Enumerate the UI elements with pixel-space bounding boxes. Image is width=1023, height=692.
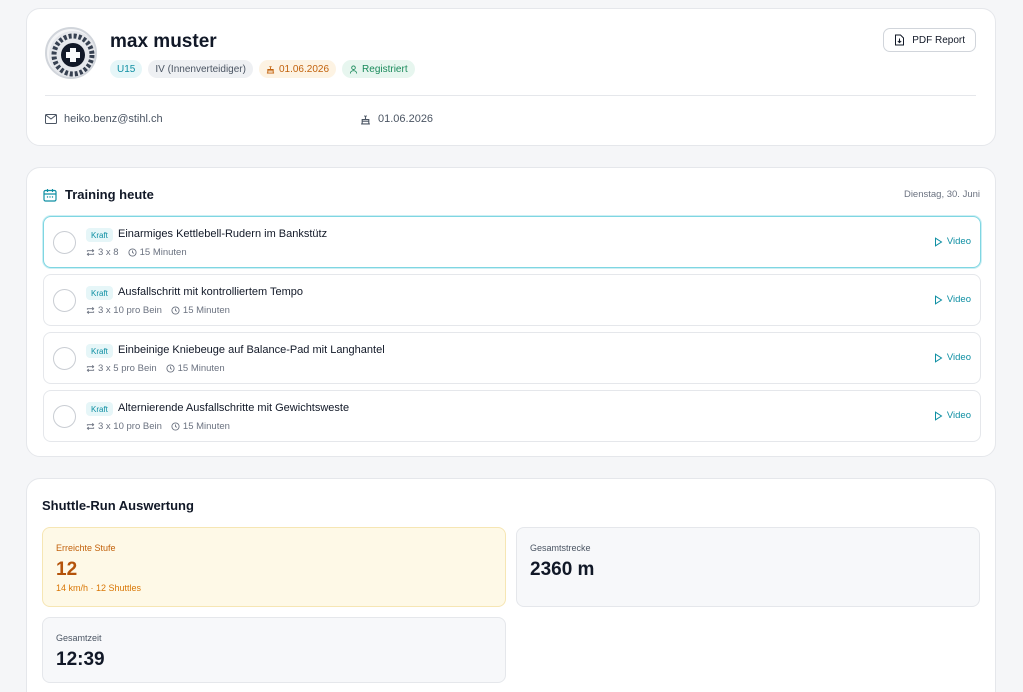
exercise-item[interactable]: Kraft Ausfallschritt mit kontrolliertem … <box>43 274 981 326</box>
exercise-title: Ausfallschritt mit kontrolliertem Tempo <box>118 286 304 298</box>
cake-icon <box>266 65 275 74</box>
club-logo-icon <box>49 31 95 77</box>
level-label: Erreichte Stufe <box>56 543 116 553</box>
play-icon <box>934 294 943 305</box>
cake-icon <box>361 114 370 124</box>
exercise-duration: 15 Minuten <box>182 421 230 432</box>
age-group-badge: U15 <box>110 60 143 78</box>
pdf-report-button[interactable]: PDF Report <box>883 28 976 52</box>
exercise-checkbox[interactable] <box>53 347 76 370</box>
clock-icon <box>166 364 175 373</box>
time-stat: Gesamtzeit 12:39 <box>42 617 506 683</box>
distance-label: Gesamtstrecke <box>530 543 591 553</box>
clock-icon <box>171 422 180 431</box>
repeat-icon <box>86 249 95 256</box>
distance-stat: Gesamtstrecke 2360 m <box>516 527 980 607</box>
exercise-checkbox[interactable] <box>53 289 76 312</box>
exercise-checkbox[interactable] <box>53 231 76 254</box>
exercise-checkbox[interactable] <box>53 405 76 428</box>
exercise-sets: 3 x 10 pro Bein <box>98 421 162 432</box>
exercise-tag: Kraft <box>86 286 113 300</box>
user-icon <box>349 64 358 74</box>
video-link-label: Video <box>946 410 971 421</box>
email-text: heiko.benz@stihl.ch <box>64 113 163 125</box>
pdf-report-label: PDF Report <box>912 34 965 46</box>
profile-divider <box>45 95 976 96</box>
exercise-tag: Kraft <box>86 228 113 242</box>
repeat-icon <box>86 365 95 372</box>
time-label: Gesamtzeit <box>56 633 102 643</box>
email-row: heiko.benz@stihl.ch <box>45 113 163 125</box>
play-icon <box>934 236 943 247</box>
exercise-item[interactable]: Kraft Alternierende Ausfallschritte mit … <box>43 390 981 442</box>
exercise-meta: 3 x 8 15 Minuten <box>86 247 187 258</box>
training-card: Training heute Dienstag, 30. Juni Kraft … <box>26 167 996 457</box>
shuttle-run-title: Shuttle-Run Auswertung <box>42 498 194 513</box>
exercise-title: Alternierende Ausfallschritte mit Gewich… <box>118 402 350 414</box>
file-download-icon <box>895 34 905 46</box>
exercise-meta: 3 x 5 pro Bein 15 Minuten <box>86 363 225 374</box>
exercise-item[interactable]: Kraft Einarmiges Kettlebell-Rudern im Ba… <box>43 216 981 268</box>
player-name: max muster <box>110 31 217 52</box>
calendar-icon <box>43 188 57 202</box>
avatar <box>45 27 97 79</box>
exercise-sets: 3 x 10 pro Bein <box>98 305 162 316</box>
video-link-label: Video <box>946 236 971 247</box>
training-date: Dienstag, 30. Juni <box>903 189 980 200</box>
clock-icon <box>128 248 137 257</box>
exercise-meta: 3 x 10 pro Bein 15 Minuten <box>86 421 230 432</box>
profile-card: max muster U15 IV (Innenverteidiger) 01.… <box>26 8 996 146</box>
repeat-icon <box>86 307 95 314</box>
video-link[interactable]: Video <box>934 294 971 305</box>
exercise-sets: 3 x 8 <box>98 247 119 258</box>
training-header: Training heute <box>43 187 154 202</box>
profile-badges: U15 IV (Innenverteidiger) 01.06.2026 Reg… <box>110 60 415 78</box>
clock-icon <box>171 306 180 315</box>
exercise-meta: 3 x 10 pro Bein 15 Minuten <box>86 305 230 316</box>
status-badge: Registriert <box>342 60 415 78</box>
exercise-tag: Kraft <box>86 344 113 358</box>
exercise-sets: 3 x 5 pro Bein <box>98 363 157 374</box>
exercise-duration: 15 Minuten <box>177 363 225 374</box>
distance-value: 2360 m <box>530 559 595 580</box>
birthday-badge: 01.06.2026 <box>258 60 337 78</box>
exercise-item[interactable]: Kraft Einbeinige Kniebeuge auf Balance-P… <box>43 332 981 384</box>
position-badge: IV (Innenverteidiger) <box>148 60 253 78</box>
exercise-duration: 15 Minuten <box>182 305 230 316</box>
play-icon <box>934 410 943 421</box>
repeat-icon <box>86 423 95 430</box>
video-link[interactable]: Video <box>934 236 971 247</box>
exercise-title: Einarmiges Kettlebell-Rudern im Bankstüt… <box>118 228 328 240</box>
level-stat: Erreichte Stufe 12 14 km/h · 12 Shuttles <box>42 527 506 607</box>
birthday-badge-text: 01.06.2026 <box>278 63 330 75</box>
video-link-label: Video <box>946 294 971 305</box>
status-badge-text: Registriert <box>362 63 408 75</box>
level-value: 12 <box>56 559 78 580</box>
birthdate-row: 01.06.2026 <box>360 113 433 125</box>
video-link-label: Video <box>946 352 971 363</box>
video-link[interactable]: Video <box>934 352 971 363</box>
exercise-title: Einbeinige Kniebeuge auf Balance-Pad mit… <box>118 344 385 356</box>
training-title: Training heute <box>65 187 154 202</box>
exercise-tag: Kraft <box>86 402 113 416</box>
shuttle-run-card: Shuttle-Run Auswertung Erreichte Stufe 1… <box>26 478 996 692</box>
mail-icon <box>45 114 57 124</box>
time-value: 12:39 <box>56 649 105 670</box>
birthdate-text: 01.06.2026 <box>378 113 434 125</box>
video-link[interactable]: Video <box>934 410 971 421</box>
play-icon <box>934 352 943 363</box>
exercise-duration: 15 Minuten <box>139 247 187 258</box>
level-subtext: 14 km/h · 12 Shuttles <box>56 583 142 593</box>
